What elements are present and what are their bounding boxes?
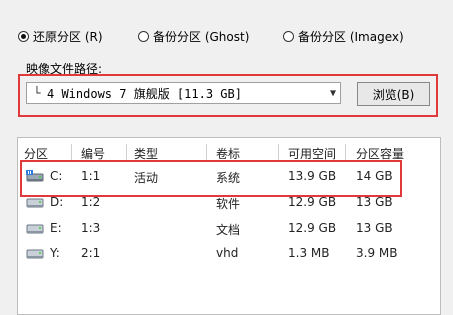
cell-size: 13 GB: [356, 221, 393, 235]
cell-partition: D:: [50, 195, 64, 209]
radio-restore-label: 还原分区 (R): [33, 30, 103, 44]
cell-number: 1:2: [81, 195, 101, 209]
radio-backup-imagex-label: 备份分区 (Imagex): [298, 30, 404, 44]
radio-backup-ghost[interactable]: 备份分区 (Ghost): [138, 28, 249, 45]
drive-icon: [26, 249, 44, 259]
cell-partition: E:: [50, 221, 62, 235]
cell-free-space: 12.9 GB: [288, 195, 337, 209]
radio-restore-partition[interactable]: 还原分区 (R): [18, 28, 103, 45]
radio-backup-imagex[interactable]: 备份分区 (Imagex): [283, 28, 404, 45]
drive-icon: [26, 224, 44, 234]
cell-partition: Y:: [50, 246, 60, 260]
radio-selected-icon: [18, 31, 29, 42]
highlight-box-selected-row: [20, 160, 402, 197]
table-row[interactable]: E: 1:3 文档 12.9 GB 13 GB: [18, 217, 440, 241]
image-select-value: 4 Windows 7 旗舰版 [11.3 GB]: [47, 86, 242, 101]
cell-label: 软件: [216, 197, 241, 211]
table-header: 分区 编号 类型 卷标 可用空间 分区容量: [18, 142, 440, 162]
cell-free-space: 1.3 MB: [288, 246, 330, 260]
radio-backup-ghost-label: 备份分区 (Ghost): [153, 30, 250, 44]
radio-unselected-icon: [138, 31, 149, 42]
cell-label: 文档: [216, 223, 241, 237]
chevron-down-icon[interactable]: ▼: [326, 88, 340, 99]
cell-number: 1:3: [81, 221, 101, 235]
tree-branch-icon: └: [33, 86, 41, 100]
image-select-dropdown[interactable]: └ 4 Windows 7 旗舰版 [11.3 GB] ▼: [26, 82, 341, 104]
cell-label: vhd: [216, 246, 239, 260]
table-row[interactable]: Y: 2:1 vhd 1.3 MB 3.9 MB: [18, 242, 440, 266]
cell-size: 3.9 MB: [356, 246, 398, 260]
browse-button[interactable]: 浏览(B): [357, 82, 430, 106]
radio-unselected-icon: [283, 31, 294, 42]
cell-size: 13 GB: [356, 195, 393, 209]
cell-free-space: 12.9 GB: [288, 221, 337, 235]
cell-number: 2:1: [81, 246, 101, 260]
